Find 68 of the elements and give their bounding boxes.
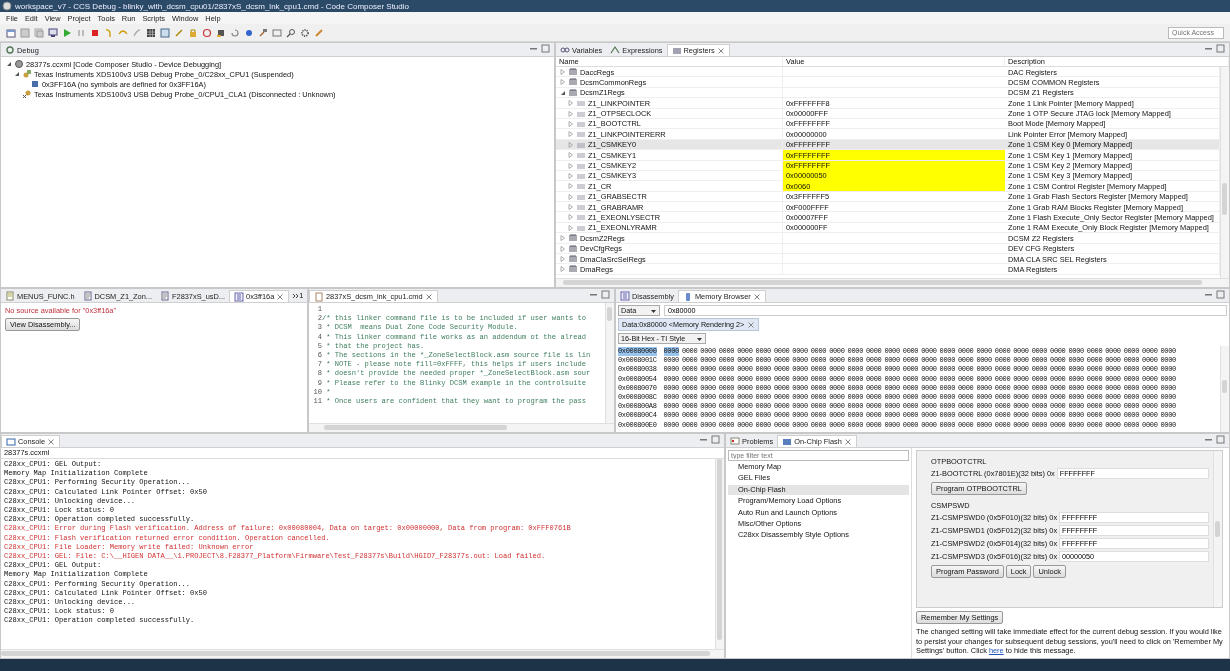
close-icon[interactable]: [424, 292, 433, 301]
window-icon[interactable]: [272, 27, 282, 38]
app-icon: [2, 1, 12, 11]
horizontal-scrollbar[interactable]: [1, 649, 724, 658]
window-title: workspace_v7 - CCS Debug - blinky_with_dcsm_cpu01/2837xS_dcsm_lnk_cpu1.cmd - Code Composer Studio: [15, 1, 409, 11]
h-file-icon: [5, 291, 15, 301]
register-group-icon: [568, 264, 578, 275]
register-icon: [576, 212, 586, 223]
register-icon: [576, 98, 586, 109]
disassembly-icon: [234, 291, 244, 302]
maximize-icon[interactable]: [1216, 435, 1225, 444]
maximize-icon[interactable]: [711, 435, 720, 444]
problems-icon: [730, 436, 740, 446]
maximize-icon[interactable]: [541, 44, 550, 53]
disconnected-probe-icon: [22, 89, 32, 99]
caret-icon: [696, 335, 703, 342]
disassembly-icon: [620, 291, 630, 301]
register-group-icon: [568, 67, 578, 77]
search-icon[interactable]: [286, 27, 296, 38]
vertical-scrollbar[interactable]: [1220, 346, 1229, 432]
expression-icon: [610, 45, 621, 55]
config-icon: [14, 59, 24, 69]
hammer-icon[interactable]: [258, 27, 268, 38]
vertical-scrollbar[interactable]: [1213, 451, 1222, 608]
bug-icon: [5, 45, 15, 55]
close-icon[interactable]: [747, 320, 756, 329]
file-icon: [314, 291, 324, 302]
register-icon: [576, 150, 586, 161]
caret-icon: [650, 307, 657, 314]
close-icon[interactable]: [843, 437, 852, 446]
register-group-icon: [568, 87, 578, 98]
monitor-icon[interactable]: [48, 27, 58, 38]
lock-icon[interactable]: [188, 27, 198, 38]
register-icon: [576, 129, 586, 140]
c-file-icon: [82, 291, 93, 301]
save-icon[interactable]: [20, 27, 30, 38]
c-file-icon: [160, 291, 170, 301]
variables-icon: [560, 45, 570, 55]
restart-icon[interactable]: [230, 27, 240, 38]
register-icon: [576, 202, 586, 213]
console-icon: [6, 436, 16, 447]
register-group-icon: [568, 77, 578, 88]
new-window-icon[interactable]: [6, 27, 16, 38]
flash-icon: [782, 436, 793, 447]
close-icon[interactable]: [276, 292, 285, 301]
more-tabs-icon[interactable]: [292, 291, 300, 300]
stop-icon[interactable]: [90, 27, 100, 38]
close-icon[interactable]: [752, 292, 761, 301]
grid-icon[interactable]: [146, 27, 156, 38]
probe-icon: [22, 69, 32, 79]
maximize-icon[interactable]: [601, 290, 610, 299]
register-icon: [671, 45, 682, 56]
register-group-icon: [568, 254, 578, 265]
register-icon: [576, 181, 586, 192]
vertical-scrollbar[interactable]: [715, 459, 724, 649]
maximize-icon[interactable]: [1216, 290, 1225, 299]
pencil-icon[interactable]: [314, 27, 324, 38]
maximize-icon[interactable]: [1216, 44, 1225, 53]
horizontal-scrollbar[interactable]: [309, 423, 614, 432]
vertical-scrollbar[interactable]: [605, 303, 614, 423]
register-group-icon: [568, 243, 578, 254]
vertical-scrollbar[interactable]: [1220, 67, 1229, 278]
close-icon[interactable]: [716, 46, 725, 55]
chip-icon[interactable]: [216, 27, 226, 38]
stack-frame-icon: [30, 79, 40, 89]
register-group-icon: [568, 233, 578, 244]
close-icon[interactable]: [47, 437, 56, 446]
horizontal-scrollbar[interactable]: [556, 278, 1229, 287]
